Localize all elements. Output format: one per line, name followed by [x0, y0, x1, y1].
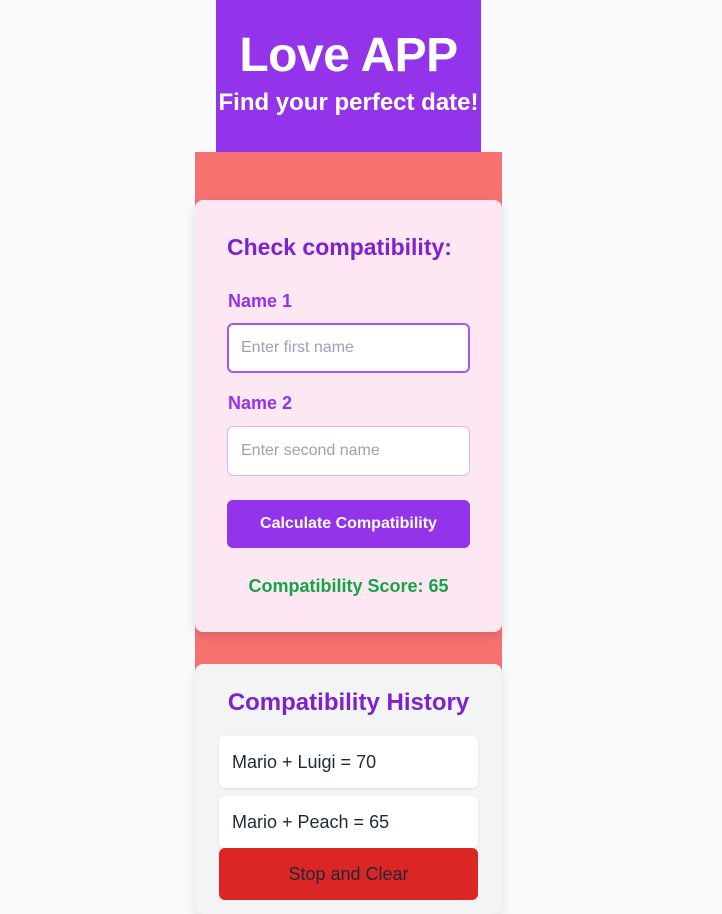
app-header: Love APP Find your perfect date!: [216, 0, 481, 152]
stop-and-clear-button[interactable]: Stop and Clear: [219, 848, 478, 900]
name1-input[interactable]: [227, 323, 470, 373]
name2-input[interactable]: [227, 426, 470, 476]
form-title: Check compatibility:: [227, 234, 452, 260]
compatibility-card: [195, 200, 502, 632]
history-item: Mario + Luigi = 70: [219, 736, 478, 788]
compatibility-score: Compatibility Score: 65: [248, 576, 449, 596]
history-title: Compatibility History: [227, 689, 470, 716]
name2-label: Name 2: [228, 393, 293, 413]
calculate-compatibility-button[interactable]: Calculate Compatibility: [227, 500, 470, 548]
app-title: Love APP: [239, 29, 458, 82]
name1-label: Name 1: [228, 291, 293, 311]
history-item: Mario + Peach = 65: [219, 796, 478, 848]
app-subtitle: Find your perfect date!: [218, 89, 479, 116]
